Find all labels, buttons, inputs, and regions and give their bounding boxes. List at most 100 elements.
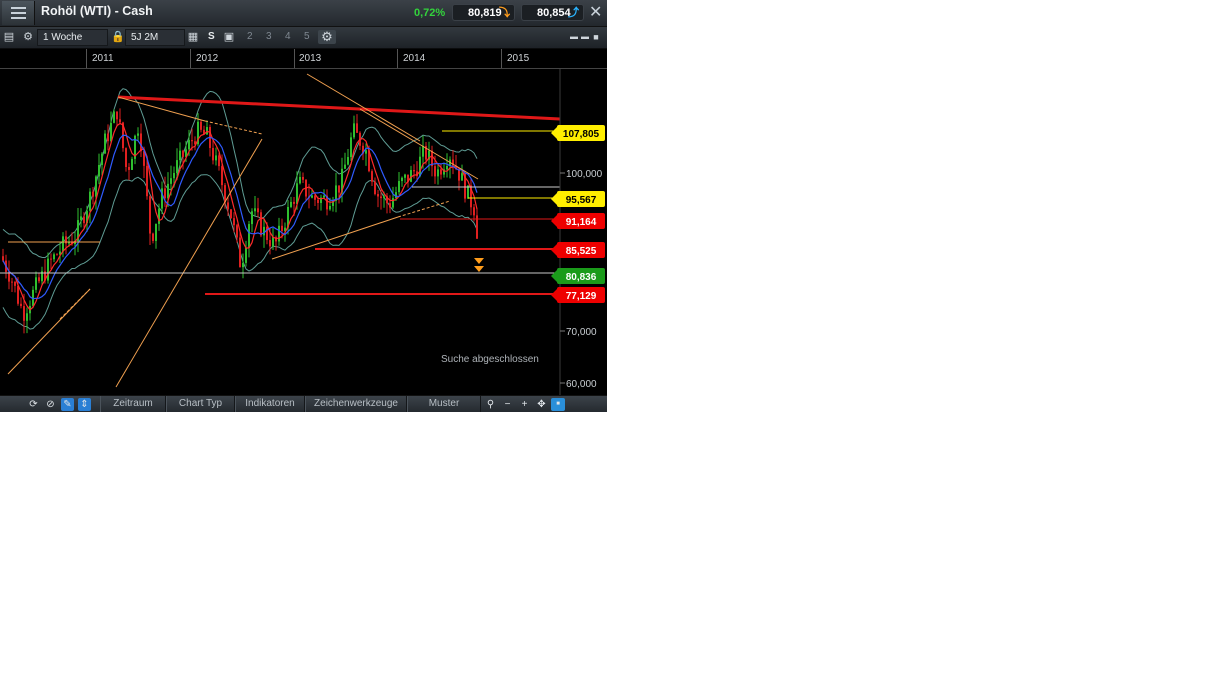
candle [62,236,64,251]
year-label: 2015 [507,53,529,64]
candle [446,166,448,169]
candle [278,226,280,242]
price-label: 85,525 [566,246,597,257]
candle [221,166,223,185]
candle [437,169,439,176]
updown-icon[interactable]: ⇕ [78,398,91,411]
range-select[interactable]: 5J 2M [125,29,185,46]
candle [356,123,358,132]
candle [461,173,463,180]
hamburger-menu-button[interactable] [2,1,35,25]
candle [260,212,262,235]
status-message: Suche abgeschlossen [441,354,539,365]
crosshair-icon[interactable]: ✥ [535,398,548,411]
candle [236,225,238,237]
candle [56,254,58,255]
layout-4-button[interactable]: 4 [285,31,291,42]
candle [200,122,202,130]
down-arrow-icon: ⤵ [499,5,510,22]
candle [245,248,247,263]
candle [317,200,319,203]
candle [128,167,130,170]
price-chart[interactable]: 100,00070,00060,000 107,80595,56791,1648… [0,69,607,395]
interval-select[interactable]: 1 Woche [37,29,108,46]
candle [239,237,241,267]
candle [140,133,142,151]
candle [26,313,28,320]
candle [392,198,394,207]
candle [149,196,151,233]
candle [257,208,259,212]
year-label: 2013 [299,53,321,64]
price-label: 95,567 [566,195,597,206]
year-tick [190,49,191,68]
candle [107,134,109,142]
candle [50,259,52,260]
candle [383,196,385,198]
year-tick [501,49,502,68]
fit-icon[interactable]: ■ [551,398,565,411]
price-label: 107,805 [563,129,600,140]
tab-indikatoren[interactable]: Indikatoren [235,396,305,412]
pencil-icon[interactable]: ✎ [61,398,74,411]
lock-icon[interactable]: 🔒 [111,30,125,44]
layout-5-button[interactable]: 5 [304,31,310,42]
chart-canvas[interactable]: 100,00070,00060,000 107,80595,56791,1648… [0,69,607,395]
menu-icon-line [11,12,26,14]
candle [404,175,406,178]
candle [179,151,181,160]
candle [89,192,91,211]
price-label: 91,164 [566,217,597,228]
cancel-icon[interactable]: ⊘ [44,398,57,411]
tab-zeitraum[interactable]: Zeitraum [100,396,166,412]
price-type-toggle[interactable]: S [208,31,215,42]
candle [20,304,22,306]
candle [14,282,16,286]
candle [413,170,415,171]
close-icon[interactable]: ✕ [589,2,602,22]
candle [188,140,190,149]
layout-3-button[interactable]: 3 [266,31,272,42]
candle [113,112,115,123]
tab-zeichenwerkzeuge[interactable]: Zeichenwerkzeuge [305,396,407,412]
single-layout-icon[interactable]: ▣ [222,30,236,44]
maximize-icon[interactable]: ■ [589,30,603,44]
candle [371,171,373,182]
candle [419,157,421,176]
candle [269,240,271,246]
candle [182,151,184,157]
candle [173,173,175,178]
y-tick-label: 100,000 [566,169,603,180]
zoom-out-icon[interactable]: − [501,398,514,411]
timeline-header: 2011 2012 2013 2014 2015 [0,49,607,69]
candle [38,277,40,281]
sell-price-button[interactable]: 80,819 ⤵ [452,4,515,21]
list-icon[interactable]: ▤ [2,30,16,44]
candle [95,176,97,196]
candle [212,148,214,160]
menu-icon-line [11,17,26,19]
candle [92,192,94,197]
candle [101,154,103,165]
calendar-icon[interactable]: ▦ [186,30,200,44]
bottom-toolbar: ⟳ ⊘ ✎ ⇕ Zeitraum Chart Typ Indikatoren Z… [0,395,607,412]
tab-muster[interactable]: Muster [407,396,481,412]
refresh-icon[interactable]: ⟳ [27,398,40,411]
tab-chart-typ[interactable]: Chart Typ [166,396,235,412]
candle [242,263,244,267]
zoom-in-icon[interactable]: + [518,398,531,411]
candle [23,306,25,321]
instrument-title: Rohöl (WTI) - Cash [41,4,153,18]
layout-2-button[interactable]: 2 [247,31,253,42]
settings-gear-icon[interactable]: ⚙ [318,30,336,44]
buy-price-button[interactable]: 80,854 ⤴ [521,4,584,21]
candle [281,226,283,231]
candle [314,196,316,200]
candle [119,119,121,122]
candle [344,165,346,169]
candle [83,216,85,223]
gear-icon[interactable]: ⚙ [21,30,35,44]
candle [299,177,301,183]
search-icon[interactable]: ⚲ [484,398,497,411]
candle [215,155,217,160]
